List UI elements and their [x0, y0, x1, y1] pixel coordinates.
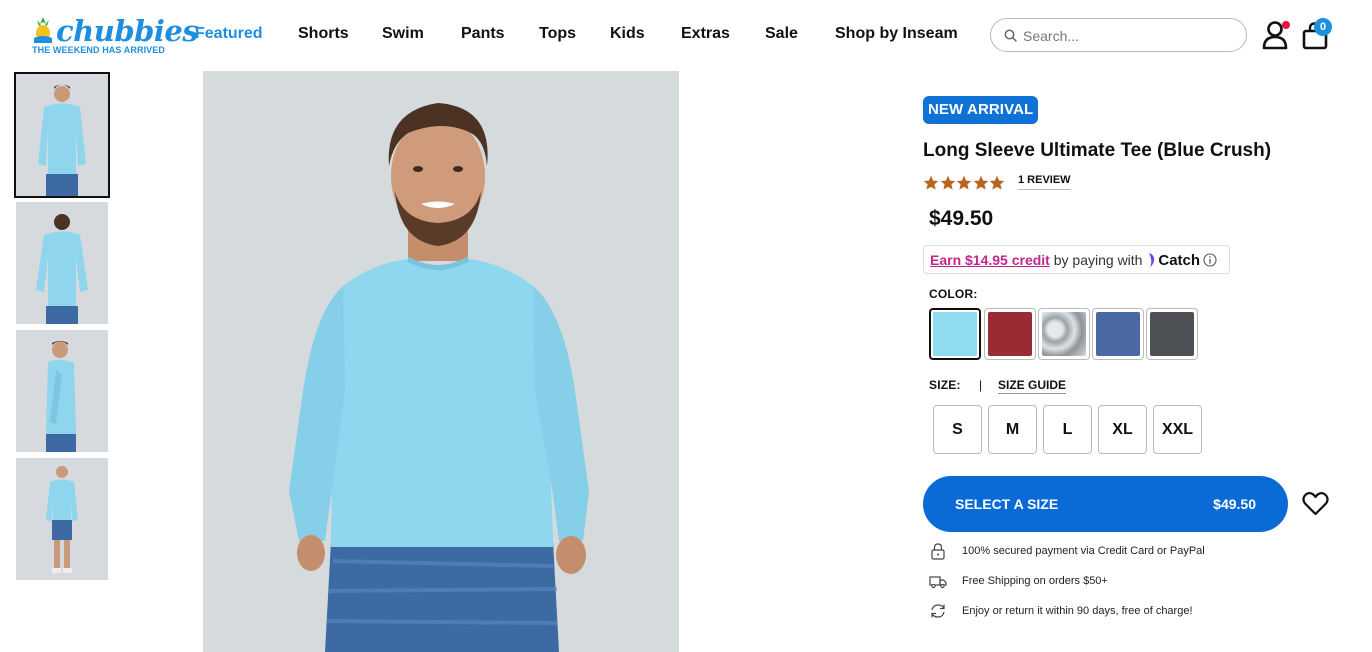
truck-icon [929, 576, 947, 589]
size-button-m[interactable]: M [988, 405, 1037, 454]
size-label: SIZE: [929, 378, 961, 392]
product-photo-front [16, 74, 108, 196]
nav-item-tops[interactable]: Tops [539, 25, 576, 43]
account-notification-dot [1282, 21, 1290, 29]
new-arrival-badge: NEW ARRIVAL [923, 96, 1039, 124]
size-separator: | [979, 378, 983, 392]
nav-item-shorts[interactable]: Shorts [298, 25, 349, 43]
catch-credit-banner: Earn $14.95 credit by paying with Catch [923, 245, 1230, 274]
search-icon [1004, 29, 1017, 42]
nav-item-extras[interactable]: Extras [681, 25, 730, 43]
thumbnail-side[interactable] [16, 330, 108, 452]
catch-text: by paying with [1049, 252, 1147, 268]
nav-item-featured[interactable]: Featured [195, 25, 263, 43]
brand-logo[interactable]: chubbies THE WEEKEND HAS ARRIVED [31, 14, 199, 58]
thumbnail-back[interactable] [16, 202, 108, 324]
star-icon [923, 175, 939, 190]
perk-text: 100% secured payment via Credit Card or … [962, 545, 1205, 557]
cta-label: SELECT A SIZE [955, 496, 1059, 512]
perk-text: Free Shipping on orders $50+ [962, 575, 1108, 587]
color-swatch-maroon[interactable] [984, 308, 1036, 360]
lock-icon [931, 543, 945, 560]
size-button-s[interactable]: S [933, 405, 982, 454]
info-icon[interactable] [1203, 253, 1217, 267]
catch-credit-link[interactable]: Earn $14.95 credit [930, 252, 1050, 268]
brand-tagline: THE WEEKEND HAS ARRIVED [32, 45, 165, 55]
color-swatch-navy-heather[interactable] [1092, 308, 1144, 360]
main-product-image[interactable] [203, 71, 679, 652]
wishlist-heart-icon[interactable] [1302, 491, 1329, 516]
thumbnail-front[interactable] [14, 72, 110, 198]
catch-brand: Catch [1158, 252, 1201, 269]
color-label: COLOR: [929, 287, 978, 301]
product-photo-back [16, 202, 108, 324]
nav-item-sale[interactable]: Sale [765, 25, 798, 43]
site-header: chubbies THE WEEKEND HAS ARRIVED Feature… [0, 0, 1372, 71]
search-input[interactable] [1023, 25, 1233, 47]
color-swatch-charcoal[interactable] [1146, 308, 1198, 360]
product-photo-side [16, 330, 108, 452]
catch-logo-icon [1149, 253, 1155, 267]
nav-item-pants[interactable]: Pants [461, 25, 505, 43]
star-icon [956, 175, 972, 190]
color-swatch-grey-tie-dye[interactable] [1038, 308, 1090, 360]
return-icon [931, 604, 945, 618]
product-photo-main [203, 71, 679, 652]
brand-wordmark: chubbies [56, 14, 199, 48]
cart-count-badge: 0 [1314, 18, 1332, 36]
nav-item-shop-by-inseam[interactable]: Shop by Inseam [835, 25, 958, 43]
size-button-xxl[interactable]: XXL [1153, 405, 1202, 454]
color-swatch-blue-crush[interactable] [929, 308, 981, 360]
product-title: Long Sleeve Ultimate Tee (Blue Crush) [923, 140, 1272, 161]
nav-item-kids[interactable]: Kids [610, 25, 645, 43]
size-guide-link[interactable]: SIZE GUIDE [998, 378, 1067, 394]
size-button-l[interactable]: L [1043, 405, 1092, 454]
pineapple-icon [34, 17, 52, 43]
cta-price: $49.50 [1213, 496, 1256, 512]
perk-text: Enjoy or return it within 90 days, free … [962, 605, 1193, 617]
rating-stars[interactable] [923, 175, 1006, 191]
thumbnail-full-body[interactable] [16, 458, 108, 580]
search-box [990, 18, 1247, 52]
add-to-cart-button[interactable]: SELECT A SIZE $49.50 [923, 476, 1288, 532]
size-button-xl[interactable]: XL [1098, 405, 1147, 454]
nav-item-swim[interactable]: Swim [382, 25, 424, 43]
star-icon [940, 175, 955, 190]
product-photo-full-body [16, 458, 108, 580]
star-icon [973, 175, 988, 190]
star-icon [989, 175, 1005, 190]
product-price: $49.50 [929, 207, 994, 230]
review-count-link[interactable]: 1 REVIEW [1018, 174, 1071, 190]
